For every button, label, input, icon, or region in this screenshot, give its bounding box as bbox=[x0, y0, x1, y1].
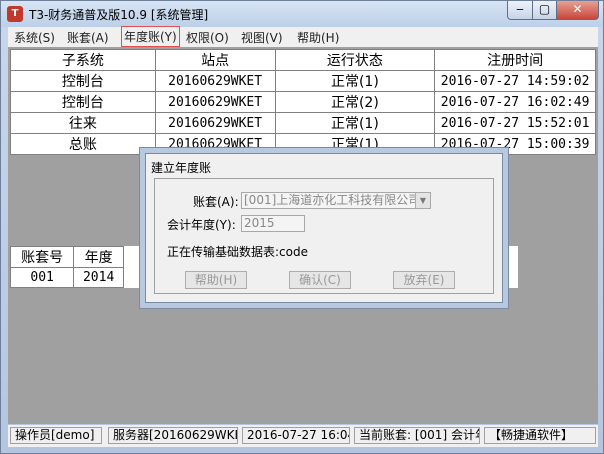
close-icon: ✕ bbox=[572, 2, 583, 16]
subsystem-cell: 往来 bbox=[10, 112, 156, 134]
subsystem-cell: 总账 bbox=[10, 133, 156, 155]
minimize-button[interactable]: ‒ bbox=[507, 1, 533, 20]
status-brand: 【畅捷通软件】 bbox=[484, 427, 596, 444]
status-cell: 正常(1) bbox=[274, 70, 436, 92]
maximize-button[interactable]: ▢ bbox=[532, 1, 557, 20]
table-row[interactable]: 控制台 20160629WKET 正常(2) 2016-07-27 16:02:… bbox=[10, 91, 596, 113]
chevron-down-icon[interactable]: ▼ bbox=[415, 193, 430, 208]
cancel-button[interactable]: 放弃(E) bbox=[393, 271, 455, 289]
dialog-body: 账套(A): [001]上海道亦化工科技有限公司 ▼ 会计年度(Y): 2015… bbox=[154, 178, 494, 294]
site-cell: 20160629WKET bbox=[154, 70, 276, 92]
register-time-cell: 2016-07-27 14:59:02 bbox=[434, 70, 596, 92]
column-header[interactable]: 站点 bbox=[154, 49, 276, 71]
register-time-cell: 2016-07-27 16:02:49 bbox=[434, 91, 596, 113]
status-cell: 正常(2) bbox=[274, 91, 436, 113]
register-time-cell: 2016-07-27 15:52:01 bbox=[434, 112, 596, 134]
site-cell: 20160629WKET bbox=[154, 91, 276, 113]
status-cell: 正常(1) bbox=[274, 133, 436, 155]
menu-system[interactable]: 系统(S) bbox=[14, 29, 55, 46]
status-datetime: 2016-07-27 16:04 bbox=[242, 427, 350, 444]
table-row[interactable]: 控制台 20160629WKET 正常(1) 2016-07-27 14:59:… bbox=[10, 70, 596, 92]
session-table-header: 子系统 站点 运行状态 注册时间 bbox=[10, 49, 596, 71]
site-cell: 20160629WKET bbox=[154, 133, 276, 155]
title-bar[interactable]: T T3-财务通普及版10.9 [系统管理] ‒ ▢ ✕ bbox=[1, 1, 603, 27]
account-select-value: [001]上海道亦化工科技有限公司 bbox=[244, 193, 421, 207]
menu-view[interactable]: 视图(V) bbox=[241, 29, 283, 46]
status-cell: 正常(1) bbox=[274, 112, 436, 134]
session-table: 子系统 站点 运行状态 注册时间 控制台 20160629WKET 正常(1) … bbox=[10, 49, 596, 155]
column-header[interactable]: 子系统 bbox=[10, 49, 156, 71]
register-time-cell: 2016-07-27 15:00:39 bbox=[434, 133, 596, 155]
help-button[interactable]: 帮助(H) bbox=[185, 271, 247, 289]
column-header[interactable]: 运行状态 bbox=[274, 49, 436, 71]
account-table: 账套号 年度 001 2014 bbox=[9, 246, 124, 288]
column-header[interactable]: 年度 bbox=[73, 246, 124, 268]
progress-status-text: 正在传输基础数据表:code bbox=[167, 245, 308, 259]
table-row[interactable]: 001 2014 bbox=[9, 267, 124, 288]
dialog-title: 建立年度账 bbox=[151, 161, 212, 175]
confirm-button[interactable]: 确认(C) bbox=[289, 271, 351, 289]
maximize-icon: ▢ bbox=[538, 2, 551, 16]
table-row[interactable]: 总账 20160629WKET 正常(1) 2016-07-27 15:00:3… bbox=[10, 133, 596, 155]
status-current-account: 当前账套: [001] 会计年度 bbox=[354, 427, 480, 444]
account-select[interactable]: [001]上海道亦化工科技有限公司 ▼ bbox=[241, 192, 431, 209]
column-header[interactable]: 账套号 bbox=[9, 246, 75, 268]
menu-permission[interactable]: 权限(O) bbox=[186, 29, 229, 46]
app-logo-icon: T bbox=[7, 6, 23, 22]
status-server: 服务器[20160629WKET] bbox=[108, 427, 238, 444]
create-annual-account-dialog: 建立年度账 账套(A): [001]上海道亦化工科技有限公司 ▼ 会计年度(Y)… bbox=[145, 153, 503, 303]
menu-annual-account[interactable]: 年度账(Y) bbox=[121, 26, 180, 47]
menu-account-set[interactable]: 账套(A) bbox=[67, 29, 109, 46]
subsystem-cell: 控制台 bbox=[10, 70, 156, 92]
fiscal-year-input[interactable]: 2015 bbox=[241, 215, 305, 232]
subsystem-cell: 控制台 bbox=[10, 91, 156, 113]
main-window: T T3-财务通普及版10.9 [系统管理] ‒ ▢ ✕ 系统(S) 账套(A)… bbox=[0, 0, 604, 454]
account-label: 账套(A): bbox=[193, 195, 239, 209]
status-operator: 操作员[demo] bbox=[10, 427, 102, 444]
fiscal-year-label: 会计年度(Y): bbox=[167, 218, 236, 232]
window-title: T3-财务通普及版10.9 [系统管理] bbox=[29, 8, 209, 22]
account-number-cell: 001 bbox=[9, 267, 75, 288]
menu-bar: 系统(S) 账套(A) 年度账(Y) 权限(O) 视图(V) 帮助(H) bbox=[8, 26, 598, 47]
account-table-header: 账套号 年度 bbox=[9, 246, 124, 268]
minimize-icon: ‒ bbox=[516, 2, 524, 16]
account-year-cell: 2014 bbox=[73, 267, 124, 288]
site-cell: 20160629WKET bbox=[154, 112, 276, 134]
menu-help[interactable]: 帮助(H) bbox=[297, 29, 339, 46]
table-row[interactable]: 往来 20160629WKET 正常(1) 2016-07-27 15:52:0… bbox=[10, 112, 596, 134]
column-header[interactable]: 注册时间 bbox=[434, 49, 596, 71]
status-bar: 操作员[demo] 服务器[20160629WKET] 2016-07-27 1… bbox=[8, 425, 598, 447]
close-button[interactable]: ✕ bbox=[556, 1, 599, 20]
